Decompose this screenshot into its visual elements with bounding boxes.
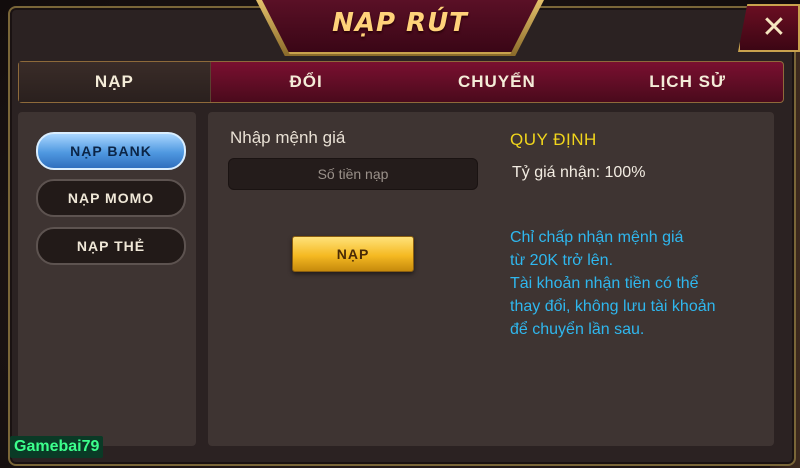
method-momo-button[interactable]: NẠP MOMO xyxy=(36,179,186,217)
rules-note-line: để chuyển lần sau. xyxy=(510,321,645,338)
tab-label: LỊCH SỬ xyxy=(649,72,727,91)
close-button[interactable]: ✕ xyxy=(738,4,800,52)
tab-lich-su[interactable]: LỊCH SỬ xyxy=(592,62,783,102)
site-watermark: Gamebai79 xyxy=(10,436,104,458)
tab-chuyen[interactable]: CHUYỂN xyxy=(402,62,593,102)
tab-nap[interactable]: NẠP xyxy=(19,62,211,102)
rules-note-line: Tài khoản nhận tiền có thể xyxy=(510,275,699,292)
amount-input[interactable] xyxy=(228,158,478,190)
tab-bar: NẠP ĐỔI CHUYỂN LỊCH SỬ xyxy=(18,61,784,103)
rules-note-line: Chỉ chấp nhận mệnh giá xyxy=(510,229,684,246)
close-icon: ✕ xyxy=(761,10,787,45)
method-label: NẠP THẺ xyxy=(76,238,146,254)
deposit-panel: Nhập mệnh giá NẠP QUY ĐỊNH Tỷ giá nhận: … xyxy=(208,112,774,446)
deposit-submit-button[interactable]: NẠP xyxy=(292,236,414,272)
submit-label: NẠP xyxy=(336,246,370,262)
tab-label: ĐỔI xyxy=(289,72,323,91)
method-sidebar: NẠP BANK NẠP MOMO NẠP THẺ xyxy=(18,112,196,446)
exchange-rate: Tỷ giá nhận: 100% xyxy=(512,164,646,181)
method-label: NẠP BANK xyxy=(70,143,152,159)
dialog-title: NẠP RÚT xyxy=(332,8,468,38)
method-label: NẠP MOMO xyxy=(67,190,155,206)
rules-title: QUY ĐỊNH xyxy=(510,130,597,149)
amount-label: Nhập mệnh giá xyxy=(230,128,346,147)
rules-note-line: thay đổi, không lưu tài khoản xyxy=(510,298,716,315)
tab-doi[interactable]: ĐỔI xyxy=(211,62,402,102)
rules-note-line: từ 20K trở lên. xyxy=(510,252,614,269)
rules-note: Chỉ chấp nhận mệnh giá từ 20K trở lên. T… xyxy=(510,226,772,341)
method-card-button[interactable]: NẠP THẺ xyxy=(36,227,186,265)
method-bank-button[interactable]: NẠP BANK xyxy=(36,132,186,170)
tab-label: NẠP xyxy=(94,72,134,91)
tab-label: CHUYỂN xyxy=(457,72,536,91)
